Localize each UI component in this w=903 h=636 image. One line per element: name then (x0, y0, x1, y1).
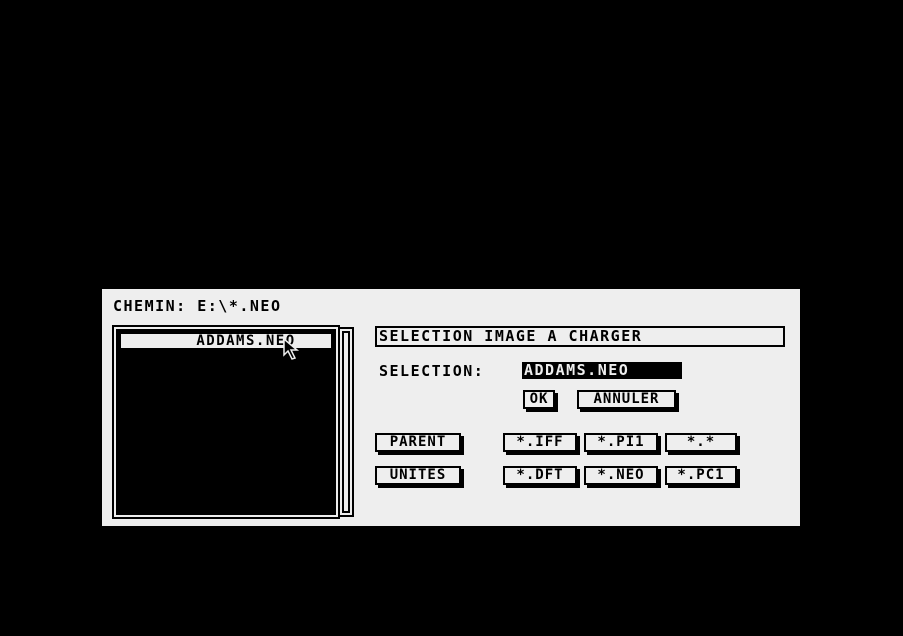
filter-pc1-button[interactable]: *.PC1 (665, 466, 737, 485)
scrollbar-track[interactable] (342, 331, 350, 513)
drives-button[interactable]: UNITES (375, 466, 461, 485)
filter-iff-button[interactable]: *.IFF (503, 433, 577, 452)
path-label: CHEMIN: E:\*.NEO (113, 297, 282, 315)
ok-button[interactable]: OK (523, 390, 555, 409)
parent-button[interactable]: PARENT (375, 433, 461, 452)
cancel-button[interactable]: ANNULER (577, 390, 676, 409)
file-list-scrollbar[interactable] (338, 327, 354, 517)
filter-pi1-button[interactable]: *.PI1 (584, 433, 658, 452)
selection-field[interactable]: ADDAMS.NEO (522, 362, 682, 379)
dialog-title: SELECTION IMAGE A CHARGER (375, 326, 785, 347)
filter-all-button[interactable]: *.* (665, 433, 737, 452)
selection-label: SELECTION: (379, 362, 485, 380)
mouse-pointer-icon (283, 337, 300, 360)
filter-dft-button[interactable]: *.DFT (503, 466, 577, 485)
file-selector-dialog: CHEMIN: E:\*.NEO ADDAMS.NEO SELECTION IM… (102, 289, 800, 526)
filter-neo-button[interactable]: *.NEO (584, 466, 658, 485)
